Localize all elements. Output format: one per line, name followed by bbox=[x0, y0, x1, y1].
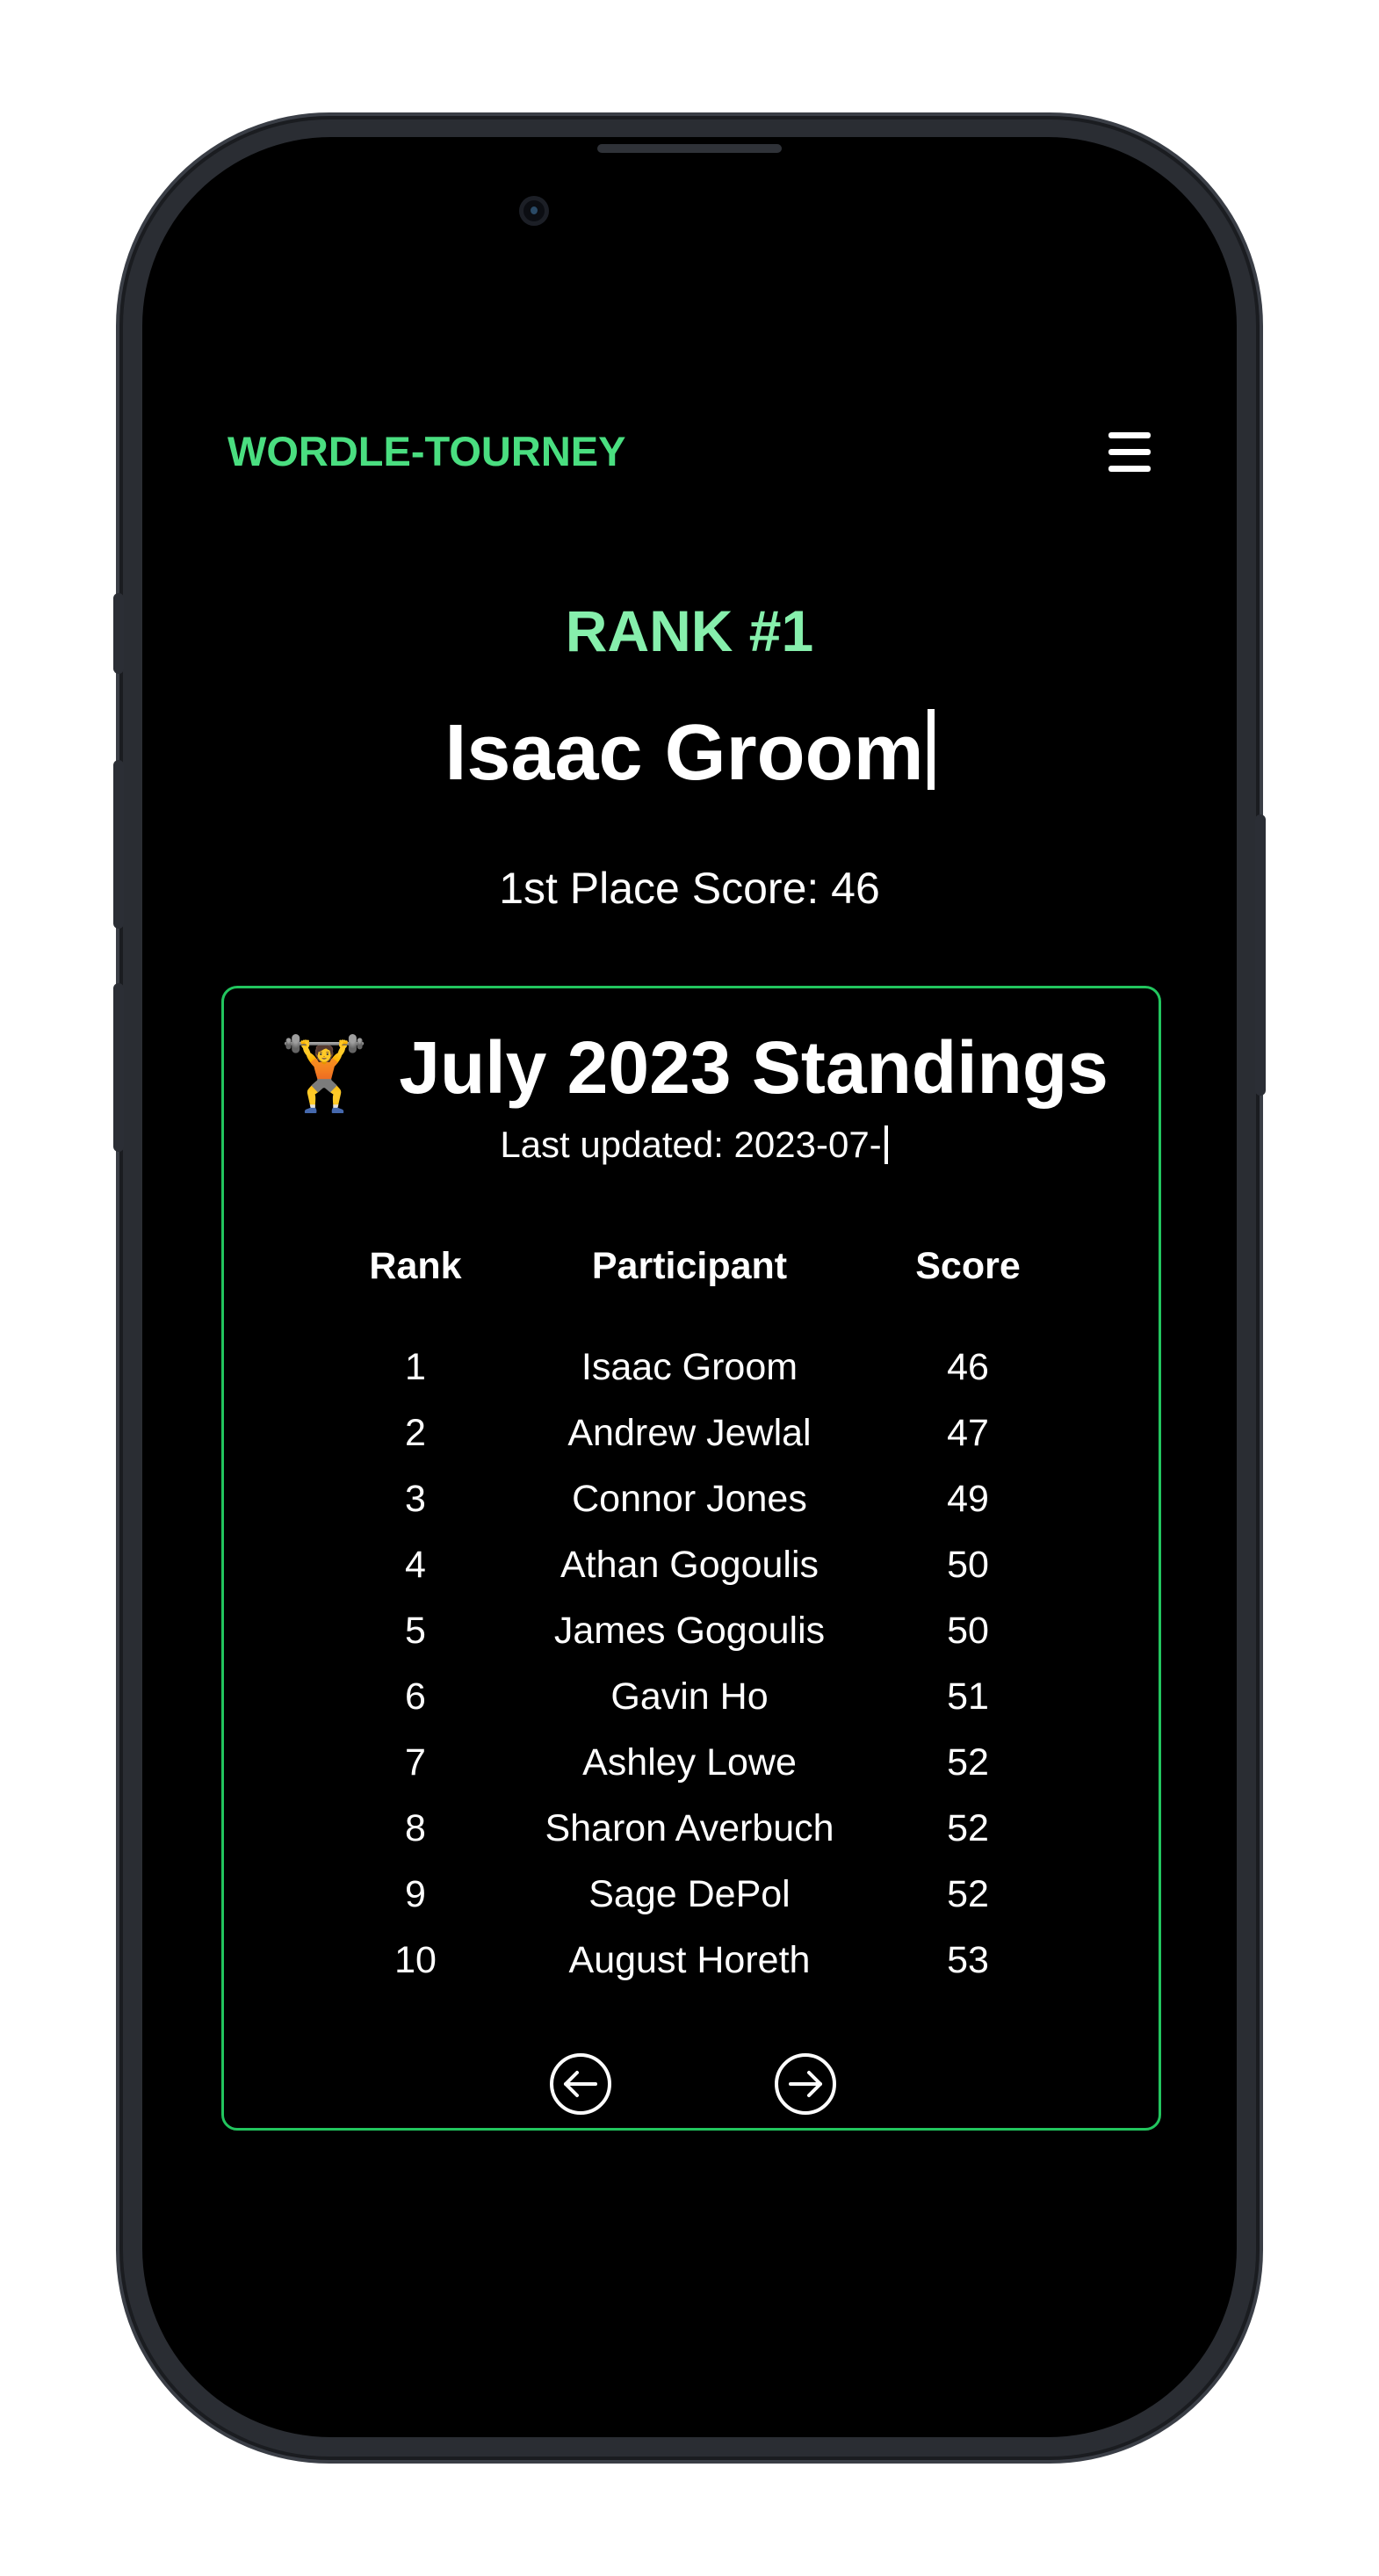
cell-score: 47 bbox=[947, 1412, 989, 1454]
brand-logo[interactable]: WORDLE-TOURNEY bbox=[227, 427, 625, 475]
standings-table: Rank Participant Score 1 Isaac Groom 4 6 … bbox=[328, 1234, 1060, 1994]
cell-rank: 10 bbox=[394, 1939, 437, 1981]
cell-score: 52 bbox=[947, 1807, 989, 1849]
cell-participant: Athan Gogoulis bbox=[560, 1544, 819, 1586]
table-row: 5 James Gogoulis 50 bbox=[328, 1598, 1060, 1664]
table-row: 2 Andrew Jewlal 47 bbox=[328, 1400, 1060, 1466]
hamburger-menu-icon[interactable] bbox=[1105, 431, 1154, 474]
table-spacer bbox=[328, 1298, 1060, 1335]
typing-cursor bbox=[927, 709, 935, 790]
cell-rank: 5 bbox=[405, 1610, 426, 1652]
table-row: 3 Connor Jones 49 bbox=[328, 1466, 1060, 1532]
cell-participant: James Gogoulis bbox=[553, 1610, 826, 1652]
next-page-button[interactable] bbox=[773, 2051, 838, 2117]
table-row: 6 Gavin Ho 51 bbox=[328, 1664, 1060, 1730]
column-header-score: Score bbox=[915, 1244, 1021, 1287]
prev-page-button[interactable] bbox=[548, 2051, 613, 2117]
leader-name-text: Isaac Groom bbox=[444, 709, 924, 797]
cell-rank: 6 bbox=[405, 1675, 426, 1718]
table-row: 8 Sharon Averbuch 52 bbox=[328, 1796, 1060, 1862]
cell-participant: Ashley Lowe bbox=[582, 1741, 797, 1784]
cell-score: 51 bbox=[947, 1675, 989, 1718]
arrow-right-circle-icon bbox=[775, 2053, 836, 2115]
table-row: 4 Athan Gogoulis 50 bbox=[328, 1532, 1060, 1598]
cell-participant: Andrew Jewlal bbox=[567, 1412, 812, 1454]
cell-rank: 7 bbox=[405, 1741, 426, 1784]
phone-power-button bbox=[1255, 814, 1266, 1096]
column-header-rank: Rank bbox=[369, 1244, 462, 1287]
table-row: 10 August Horeth 53 bbox=[328, 1928, 1060, 1994]
cell-participant: Sharon Averbuch bbox=[545, 1807, 834, 1849]
cell-score: 52 bbox=[947, 1873, 989, 1915]
cell-participant: Connor Jones bbox=[572, 1478, 807, 1520]
front-camera bbox=[519, 196, 549, 226]
standings-card: 🏋️ July 2023 Standings Last updated: 2023… bbox=[221, 986, 1161, 2131]
cell-participant: August Horeth bbox=[568, 1939, 811, 1981]
column-header-participant: Participant bbox=[591, 1244, 788, 1287]
cell-participant: Sage DePol bbox=[588, 1873, 791, 1915]
phone-speaker bbox=[597, 144, 782, 153]
leader-rank-label: RANK #1 bbox=[565, 598, 814, 663]
last-updated-text: Last updated: 2023-07- bbox=[224, 1124, 1164, 1166]
table-row: 1 Isaac Groom 46 bbox=[328, 1335, 1060, 1400]
phone-volume-down-button bbox=[113, 983, 124, 1152]
cell-rank: 4 bbox=[405, 1544, 426, 1586]
arrow-left-circle-icon bbox=[550, 2053, 611, 2115]
cell-rank: 3 bbox=[405, 1478, 426, 1520]
cell-rank: 8 bbox=[405, 1807, 426, 1849]
cell-score: 52 bbox=[947, 1741, 989, 1784]
cell-score: 46 bbox=[947, 1346, 989, 1388]
cell-score: 50 bbox=[947, 1544, 989, 1586]
weight-lifter-emoji-icon: 🏋️ bbox=[279, 1034, 370, 1114]
cell-score: 50 bbox=[947, 1610, 989, 1652]
cell-score: 53 bbox=[947, 1939, 989, 1981]
cell-participant: Isaac Groom bbox=[581, 1346, 798, 1388]
typing-cursor-small bbox=[884, 1125, 888, 1164]
leader-name-heading: Isaac Groom bbox=[0, 708, 1379, 799]
last-updated-value: Last updated: 2023-07- bbox=[500, 1124, 882, 1165]
cell-rank: 2 bbox=[405, 1412, 426, 1454]
cell-rank: 1 bbox=[405, 1346, 426, 1388]
standings-title-text: July 2023 Standings bbox=[399, 1026, 1108, 1109]
cell-participant: Gavin Ho bbox=[610, 1675, 769, 1718]
table-header-row: Rank Participant Score bbox=[328, 1234, 1060, 1298]
cell-rank: 9 bbox=[405, 1873, 426, 1915]
table-row: 9 Sage DePol 52 bbox=[328, 1862, 1060, 1928]
table-row: 7 Ashley Lowe 52 bbox=[328, 1730, 1060, 1796]
cell-score: 49 bbox=[947, 1478, 989, 1520]
standings-title: 🏋️ July 2023 Standings bbox=[224, 1025, 1164, 1117]
leader-score-text: 1st Place Score: 46 bbox=[499, 864, 880, 913]
